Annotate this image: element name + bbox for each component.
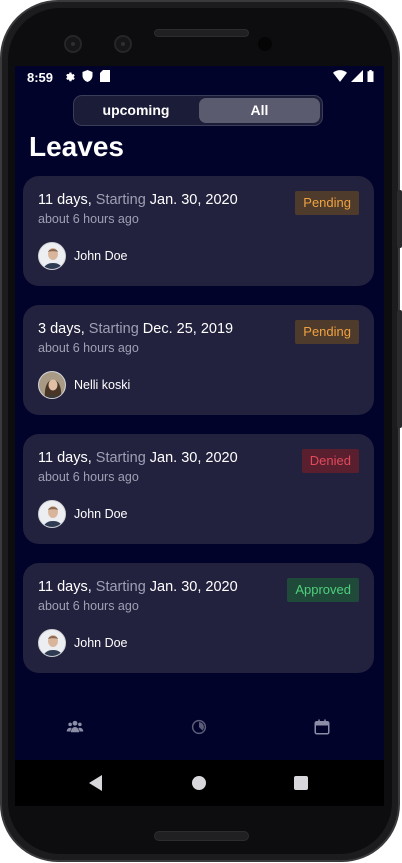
history-icon[interactable] [190,718,208,736]
man-avatar-icon [39,630,65,656]
status-badge: Pending [295,191,359,215]
wifi-icon [333,70,347,82]
leave-summary: 11 days, Starting Jan. 30, 2020 [38,579,238,595]
shield-icon [82,70,93,82]
avatar [38,371,66,399]
bottom-tab-bar [15,706,384,746]
leave-time-ago: about 6 hours ago [38,341,139,355]
avatar [38,629,66,657]
avatar [38,500,66,528]
requester: John Doe [38,242,128,270]
woman-avatar-icon [39,372,65,398]
starting-label: Starting [95,450,146,466]
recent-apps-icon[interactable] [294,776,308,790]
starting-label: Starting [95,192,146,208]
requester-name: John Doe [74,249,128,263]
leave-summary: 11 days, Starting Jan. 30, 2020 [38,450,238,466]
segment-all[interactable]: All [199,98,320,123]
leave-filter-segment: upcoming All [73,95,323,126]
front-camera [114,35,132,53]
requester-name: John Doe [74,507,128,521]
status-badge: Pending [295,320,359,344]
leave-start-date: Dec. 25, 2019 [142,321,234,337]
status-badge: Approved [287,578,359,602]
leave-card[interactable]: 11 days, Starting Jan. 30, 2020 about 6 … [23,176,374,286]
leave-summary: 11 days, Starting Jan. 30, 2020 [38,192,238,208]
avatar [38,242,66,270]
gear-icon [66,72,75,82]
leave-start-date: Jan. 30, 2020 [149,450,238,466]
leave-start-date: Jan. 30, 2020 [149,579,238,595]
signal-icon [351,70,363,82]
status-badge: Denied [301,449,359,473]
starting-label: Starting [95,579,146,595]
status-icons-left [63,70,110,82]
leave-start-date: Jan. 30, 2020 [149,192,238,208]
proximity-sensor [258,37,272,51]
leave-duration: 11 days, [38,579,92,595]
leave-time-ago: about 6 hours ago [38,470,139,484]
status-icons-right [333,70,374,82]
home-icon[interactable] [192,776,206,790]
leave-time-ago: about 6 hours ago [38,599,139,613]
requester-name: Nelli koski [74,378,131,392]
requester: John Doe [38,629,128,657]
requester-name: John Doe [74,636,128,650]
leave-duration: 11 days, [38,450,92,466]
leave-time-ago: about 6 hours ago [38,212,139,226]
segment-upcoming[interactable]: upcoming [76,98,196,123]
leave-duration: 3 days, [38,321,85,337]
starting-label: Starting [88,321,139,337]
back-icon[interactable] [89,775,102,791]
status-bar: 8:59 [15,66,384,88]
leave-card[interactable]: 3 days, Starting Dec. 25, 2019 about 6 h… [23,305,374,415]
sd-card-icon [100,70,110,82]
people-icon[interactable] [66,718,84,736]
leave-duration: 11 days, [38,192,92,208]
leave-summary: 3 days, Starting Dec. 25, 2019 [38,321,233,337]
requester: Nelli koski [38,371,130,399]
leave-card[interactable]: 11 days, Starting Jan. 30, 2020 about 6 … [23,434,374,544]
page-title: Leaves [29,131,124,162]
system-nav-bar [15,760,384,806]
man-avatar-icon [39,243,65,269]
man-avatar-icon [39,501,65,527]
leave-card[interactable]: 11 days, Starting Jan. 30, 2020 about 6 … [23,563,374,673]
bottom-speaker [154,831,249,841]
status-time: 8:59 [27,70,54,85]
power-button [397,190,402,248]
battery-icon [367,70,374,82]
requester: John Doe [38,500,128,528]
earpiece-speaker [154,29,249,37]
app-screen: 8:59 upcoming All Leaves 11 days, Starti… [15,66,384,806]
volume-button [397,310,402,428]
front-sensor [64,35,82,53]
calendar-icon[interactable] [313,718,331,736]
